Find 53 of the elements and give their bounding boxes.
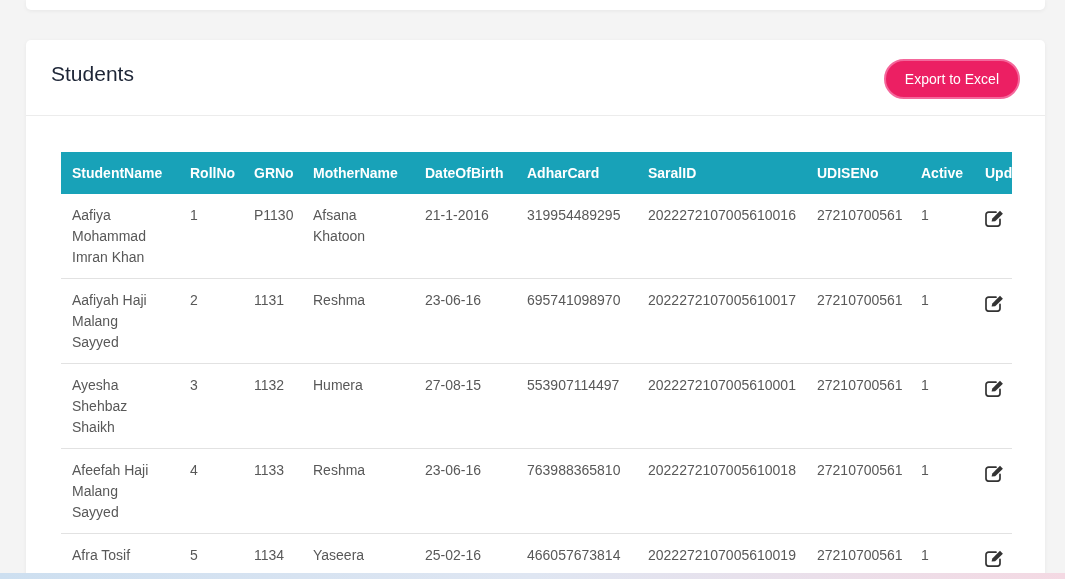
table-cell: 1: [179, 194, 243, 279]
table-cell: 319954489295: [516, 194, 637, 279]
table-cell: Afeefah Haji Malang Sayyed: [61, 448, 179, 534]
table-cell: 4: [179, 448, 243, 534]
column-header: DateOfBirth: [414, 152, 516, 194]
table-cell: 23-06-16: [414, 278, 516, 364]
table-cell: 27210700561: [806, 363, 910, 449]
table-cell: Aafiya Mohammad Imran Khan: [61, 194, 179, 279]
table-cell: Afsana Khatoon: [302, 194, 414, 279]
table-cell: 1133: [243, 448, 302, 534]
table-cell: 21-1-2016: [414, 194, 516, 279]
table-cell: 27210700561: [806, 194, 910, 279]
table-cell: 2022272107005610016: [637, 194, 806, 279]
edit-icon[interactable]: [985, 380, 1004, 397]
table-cell: 553907114497: [516, 363, 637, 449]
column-header: MotherName: [302, 152, 414, 194]
table-cell: 2022272107005610001: [637, 363, 806, 449]
table-cell: 27210700561: [806, 278, 910, 364]
table-cell: 27210700561: [806, 448, 910, 534]
table-cell: 2022272107005610017: [637, 278, 806, 364]
edit-icon[interactable]: [985, 550, 1004, 567]
card-title: Students: [51, 61, 134, 87]
table-cell: Ayesha Shehbaz Shaikh: [61, 363, 179, 449]
table-cell: Aafiyah Haji Malang Sayyed: [61, 278, 179, 364]
table-cell: 1: [910, 194, 974, 279]
column-header: UDISENo: [806, 152, 910, 194]
edit-icon[interactable]: [985, 295, 1004, 312]
column-header: SaralID: [637, 152, 806, 194]
table-cell: 2: [179, 278, 243, 364]
table-cell: 1132: [243, 363, 302, 449]
table-cell: 1: [910, 363, 974, 449]
table-cell: Reshma: [302, 448, 414, 534]
column-header: GRNo: [243, 152, 302, 194]
column-header: Active: [910, 152, 974, 194]
table-cell: 1: [910, 278, 974, 364]
table-cell: 695741098970: [516, 278, 637, 364]
table-cell: 23-06-16: [414, 448, 516, 534]
table-cell: 1: [910, 448, 974, 534]
column-header: AdharCard: [516, 152, 637, 194]
edit-icon[interactable]: [985, 210, 1004, 227]
export-button[interactable]: Export to Excel: [883, 59, 1020, 99]
table-cell: 27-08-15: [414, 363, 516, 449]
table-cell: P1130: [243, 194, 302, 279]
table-cell: Reshma: [302, 278, 414, 364]
table-cell: 1131: [243, 278, 302, 364]
column-header: StudentName: [61, 152, 179, 194]
table-cell: 2022272107005610018: [637, 448, 806, 534]
column-header: RollNo: [179, 152, 243, 194]
table-cell: Humera: [302, 363, 414, 449]
column-header: Upd: [974, 152, 1012, 194]
table-cell: 763988365810: [516, 448, 637, 534]
edit-icon[interactable]: [985, 465, 1004, 482]
table-cell: 3: [179, 363, 243, 449]
